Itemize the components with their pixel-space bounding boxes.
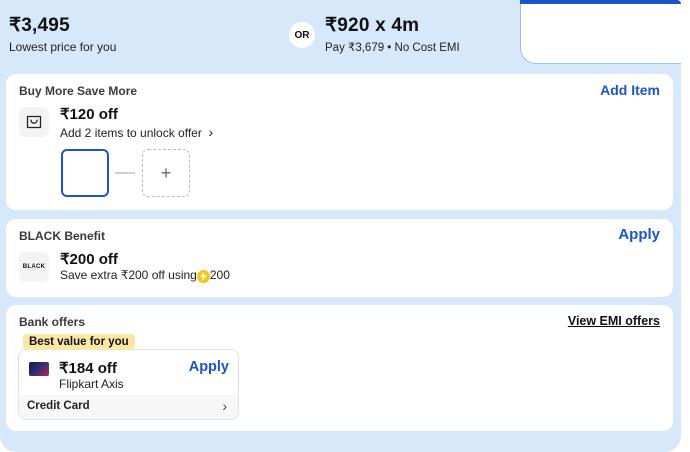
buy-more-subtext-row[interactable]: Add 2 items to unlock offer › bbox=[60, 124, 213, 140]
header-notch bbox=[520, 0, 681, 64]
flipkart-axis-card-icon bbox=[29, 362, 49, 376]
black-logo-text: BLACK bbox=[22, 264, 46, 270]
selected-item-slot[interactable] bbox=[61, 149, 109, 197]
black-offer: ₹200 off bbox=[60, 251, 118, 268]
buy-more-title: Buy More Save More bbox=[19, 84, 138, 98]
view-emi-offers-link[interactable]: View EMI offers bbox=[568, 314, 660, 328]
buy-more-card: Buy More Save More Add Item ₹120 off Add… bbox=[6, 74, 673, 210]
supercoin-icon bbox=[196, 270, 210, 283]
emi-price[interactable]: ₹920 x 4m bbox=[325, 14, 419, 37]
black-subtext: Save extra ₹200 off using bbox=[60, 268, 197, 282]
bank-offer-card[interactable]: ₹184 off Flipkart Axis Apply Credit Card… bbox=[18, 349, 239, 420]
best-value-badge: Best value for you bbox=[23, 334, 135, 350]
card-type-row[interactable]: Credit Card › bbox=[19, 395, 238, 419]
card-type-label: Credit Card bbox=[27, 400, 90, 412]
black-benefit-card: BLACK Benefit Apply BLACK ₹200 off Save … bbox=[6, 219, 673, 297]
slot-divider bbox=[115, 172, 135, 174]
shopping-bag-icon bbox=[19, 107, 49, 137]
chevron-right-icon: › bbox=[222, 398, 227, 414]
buy-more-subtext: Add 2 items to unlock offer bbox=[60, 126, 202, 140]
add-item-slot[interactable]: + bbox=[142, 149, 190, 197]
black-apply-button[interactable]: Apply bbox=[618, 226, 660, 243]
bank-offers-title: Bank offers bbox=[19, 315, 86, 329]
black-benefit-title: BLACK Benefit bbox=[19, 229, 105, 243]
bank-name: Flipkart Axis bbox=[59, 377, 124, 391]
supercoin-amount: 200 bbox=[209, 268, 230, 282]
emi-caption: Pay ₹3,679 • No Cost EMI bbox=[325, 42, 460, 54]
lowest-price: ₹3,495 bbox=[9, 15, 70, 36]
black-logo: BLACK bbox=[19, 252, 49, 282]
lowest-price-caption: Lowest price for you bbox=[9, 40, 117, 54]
or-divider: OR bbox=[289, 22, 315, 48]
bank-offer-amount: ₹184 off bbox=[59, 360, 117, 377]
page-edge bbox=[681, 0, 690, 452]
buy-more-offer: ₹120 off bbox=[60, 106, 118, 123]
add-item-button[interactable]: Add Item bbox=[600, 82, 660, 98]
bank-apply-button[interactable]: Apply bbox=[189, 359, 229, 375]
header-accent-line bbox=[520, 0, 681, 4]
chevron-right-icon: › bbox=[208, 124, 214, 140]
black-subtext-row: Save extra ₹200 off using 200 bbox=[60, 268, 230, 283]
